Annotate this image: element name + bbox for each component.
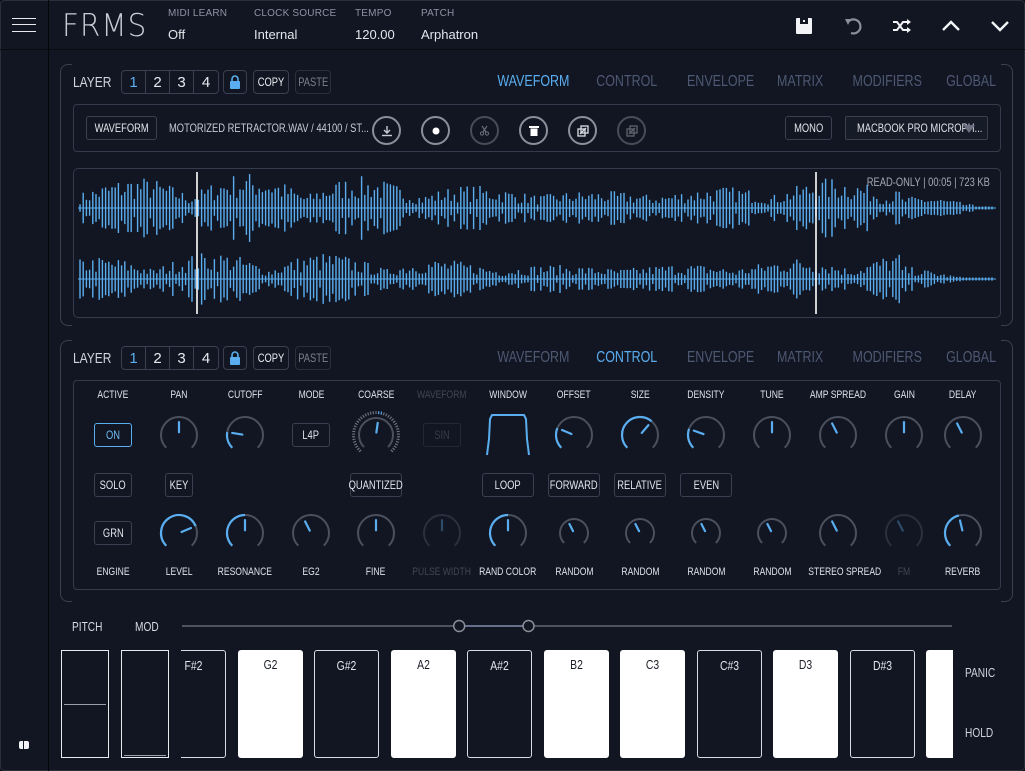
pitch-wheel[interactable] [61,650,109,758]
piano-key-label: A2 [416,657,430,672]
chevron-down-icon[interactable] [987,13,1013,39]
piano-key-label: E3 [933,657,953,672]
piano-key-d3[interactable]: D3 [773,650,838,758]
piano-key-b2[interactable]: B2 [543,650,609,758]
piano-key-label: G#2 [336,658,357,673]
solo-button[interactable]: SOLO [94,473,132,497]
piano-key-label: D3 [798,657,813,672]
piano-key-fsharp2[interactable]: F#2 [181,650,226,758]
layer-2-button[interactable]: 2 [146,347,170,369]
knob-pointer [958,519,964,532]
active-toggle[interactable]: ON [94,423,132,447]
layer-label: LAYER [73,74,112,91]
tab-global[interactable]: GLOBAL [946,73,996,91]
hamburger-menu-icon[interactable] [0,0,49,50]
pitch-wheel-position [64,704,106,705]
panel-border-right [1001,340,1013,602]
piano-key-label: C#3 [719,658,739,673]
tab-global[interactable]: GLOBAL [946,349,996,367]
piano-key-label: B2 [569,657,583,672]
panic-button[interactable]: PANIC [965,665,995,680]
layer-label: LAYER [73,350,112,367]
piano-key-label: G2 [263,657,277,672]
left-sidebar [0,50,49,771]
mod-wheel[interactable] [121,650,169,758]
knob-pointer [956,422,963,434]
piano-key-g2[interactable]: G2 [237,650,303,758]
hold-button[interactable]: HOLD [965,725,993,740]
panel-border-right [1001,64,1013,326]
piano-key-label: C3 [645,657,660,672]
piano-key-label: D#3 [872,658,892,673]
mod-wheel-position [124,755,166,756]
pitch-label: PITCH [72,619,103,634]
collapse-panel-icon[interactable] [19,741,29,749]
panel-border-left [60,64,72,326]
piano-key-a2[interactable]: A2 [390,650,456,758]
layer-2-button[interactable]: 2 [146,71,170,93]
piano-key-csharp3[interactable]: C#3 [696,650,762,758]
mod-label: MOD [135,619,159,634]
piano-key-e3[interactable]: E3 [926,650,953,758]
layer-1-button[interactable]: 1 [122,347,146,369]
panel-border-left [60,340,72,602]
piano-key-asharp2[interactable]: A#2 [467,650,532,758]
piano-key-label: F#2 [184,658,203,673]
engine-button[interactable]: GRN [94,521,132,545]
piano-key-c3[interactable]: C3 [620,650,685,758]
keyboard: F#2 G2 G#2 A2 A#2 B2 C3 C#3 D3 D#3 E3 [181,0,953,771]
app-logo: FRMS [62,8,148,44]
piano-key-gsharp2[interactable]: G#2 [314,650,379,758]
layer-1-button[interactable]: 1 [122,71,146,93]
piano-key-label: A#2 [490,658,509,673]
piano-key-dsharp3[interactable]: D#3 [849,650,915,758]
waveform-source-button[interactable]: WAVEFORM [86,116,157,140]
dropdown-triangle-icon [963,125,975,133]
